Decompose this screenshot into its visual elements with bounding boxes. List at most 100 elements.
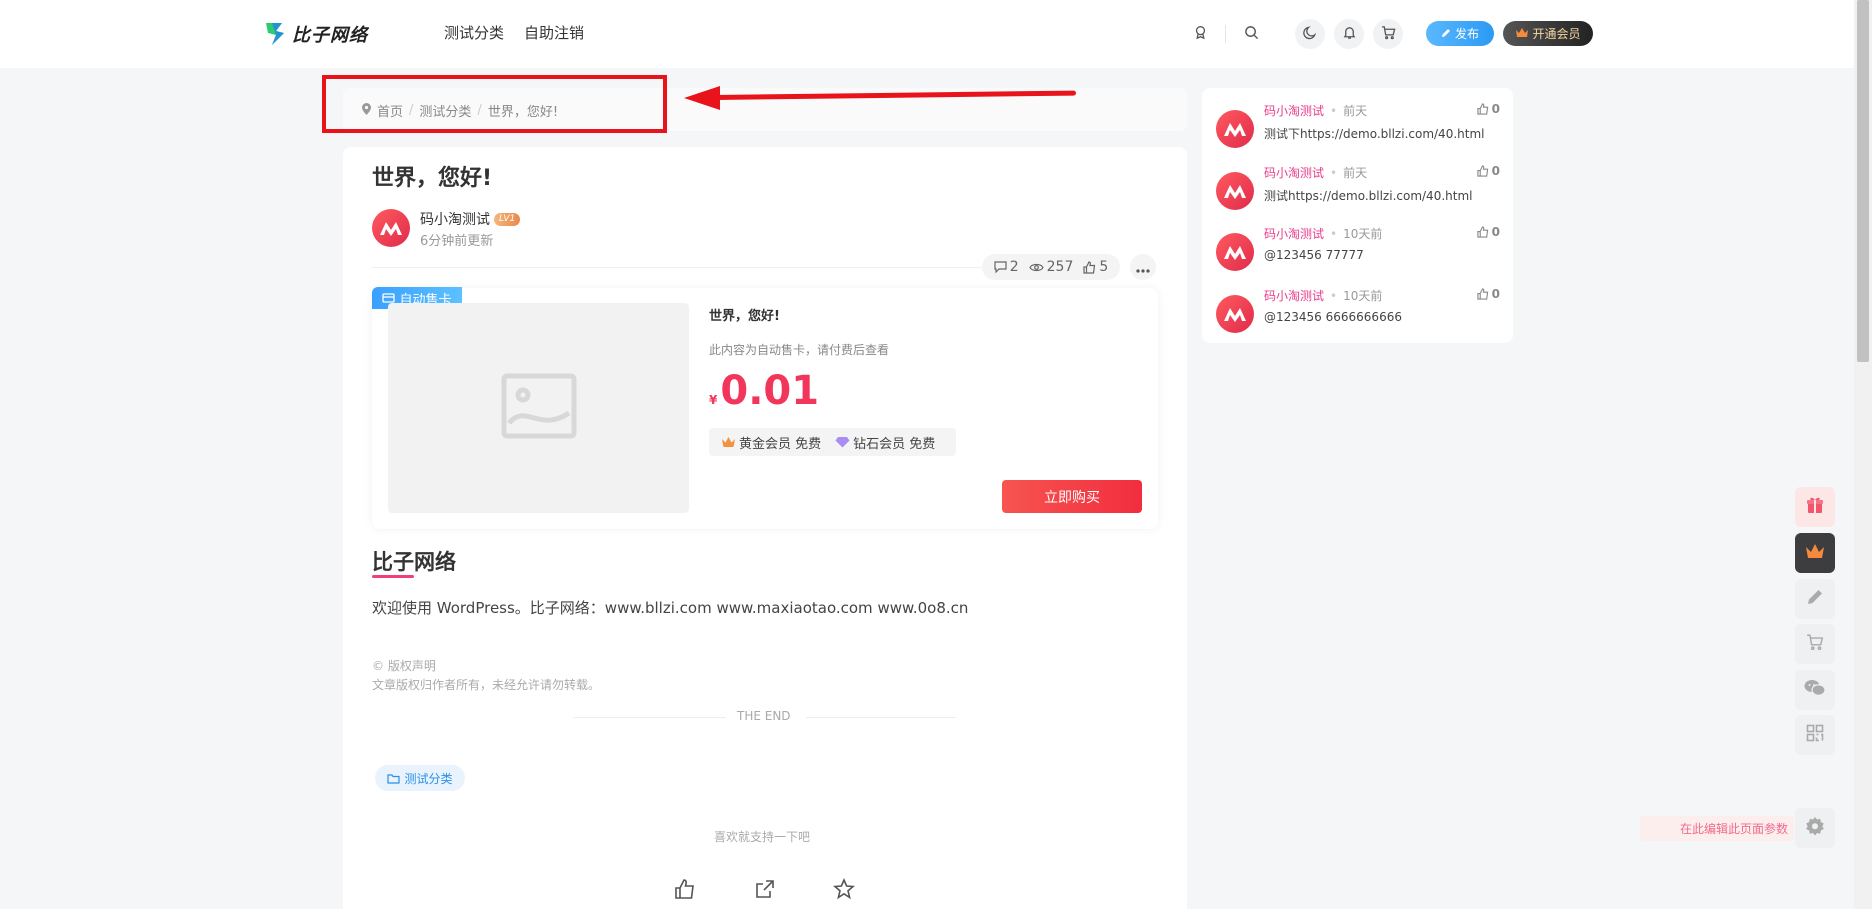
comment-like-count: 0 xyxy=(1491,225,1500,239)
diamond-vip-free: 钻石会员 免费 xyxy=(835,433,935,452)
site-logo[interactable]: 比子网络 xyxy=(264,20,368,48)
comment-text: @123456 6666666666 xyxy=(1264,310,1402,324)
bell-icon xyxy=(1342,25,1357,44)
comment-like-count: 0 xyxy=(1491,102,1500,116)
wechat-icon xyxy=(1804,679,1826,701)
commenter-avatar[interactable] xyxy=(1216,172,1254,210)
favorite-action-button[interactable] xyxy=(831,877,857,904)
main-nav: 测试分类 自助注销 xyxy=(444,22,584,43)
thumbs-up-icon xyxy=(1477,165,1488,177)
meta-dot: • xyxy=(1330,103,1338,118)
comment-like[interactable]: 0 xyxy=(1477,225,1500,239)
like-action-button[interactable] xyxy=(672,878,698,904)
cart-button[interactable] xyxy=(1373,19,1403,49)
comment-item[interactable]: 码小淘测试 • 前天 0 测试https://demo.bllzi.com/40… xyxy=(1216,164,1500,214)
author-info: 码小淘测试 LV1 xyxy=(420,209,521,229)
thumbs-up-icon xyxy=(1477,288,1488,300)
comment-time: 10天前 xyxy=(1343,289,1383,303)
nav-item-test-category[interactable]: 测试分类 xyxy=(444,22,504,43)
more-dots-icon xyxy=(1136,258,1150,277)
card-icon xyxy=(382,293,396,303)
nav-item-self-cancel[interactable]: 自助注销 xyxy=(524,22,584,43)
more-options-button[interactable] xyxy=(1130,254,1156,280)
vip-tool-button[interactable] xyxy=(1795,533,1835,573)
comment-time: 前天 xyxy=(1343,104,1368,118)
gear-icon xyxy=(1805,816,1825,840)
gold-vip-free: 黄金会员 免费 xyxy=(721,433,821,452)
share-action-button[interactable] xyxy=(752,878,778,904)
comment-like-count: 0 xyxy=(1491,287,1500,301)
share-icon xyxy=(754,878,776,904)
meta-dot: • xyxy=(1330,165,1338,180)
meta-dot: • xyxy=(1330,288,1338,303)
edit-page-params-tip[interactable]: 在此编辑此页面参数 xyxy=(1640,816,1794,841)
comment-count[interactable]: 2 xyxy=(994,259,1019,275)
edit-tool-button[interactable] xyxy=(1795,579,1835,619)
vip-discount-row: 黄金会员 免费 钻石会员 免费 xyxy=(709,428,956,456)
badge-button[interactable] xyxy=(1185,19,1215,49)
author-name[interactable]: 码小淘测试 xyxy=(420,209,490,229)
comment-icon xyxy=(994,261,1007,273)
price-currency: ¥ xyxy=(709,393,718,407)
qrcode-icon xyxy=(1806,724,1824,746)
folder-icon xyxy=(387,773,401,784)
star-icon xyxy=(833,877,855,904)
post-updated-time: 6分钟前更新 xyxy=(420,234,494,249)
annotation-highlight-box xyxy=(322,75,667,133)
category-tag[interactable]: 测试分类 xyxy=(375,765,465,791)
post-title: 世界，您好! xyxy=(372,166,493,191)
image-placeholder-icon xyxy=(501,373,577,443)
commenter-name[interactable]: 码小淘测试 xyxy=(1264,225,1324,242)
commenter-avatar[interactable] xyxy=(1216,233,1254,271)
heading-underline xyxy=(372,575,414,578)
annotation-arrow-head xyxy=(684,86,720,110)
product-description: 此内容为自动售卡，请付费后查看 xyxy=(709,343,890,357)
comment-item[interactable]: 码小淘测试 • 10天前 0 @123456 6666666666 xyxy=(1216,287,1500,337)
gift-tool-button[interactable] xyxy=(1795,487,1835,527)
comment-meta: 码小淘测试 • 前天 xyxy=(1264,164,1367,181)
page-scrollbar-thumb[interactable] xyxy=(1857,0,1869,362)
cart-icon xyxy=(1805,633,1825,655)
search-button[interactable] xyxy=(1236,19,1266,49)
comment-time: 10天前 xyxy=(1343,227,1383,241)
diamond-icon xyxy=(835,437,850,448)
copyright-text: 文章版权归作者所有，未经允许请勿转载。 xyxy=(372,678,601,692)
logo-mark-icon xyxy=(264,21,288,47)
dark-mode-button[interactable] xyxy=(1295,19,1325,49)
comment-like[interactable]: 0 xyxy=(1477,164,1500,178)
product-image-placeholder xyxy=(388,303,689,513)
commenter-name[interactable]: 码小淘测试 xyxy=(1264,164,1324,181)
search-icon xyxy=(1244,25,1259,44)
header-divider xyxy=(1225,25,1226,43)
content-heading: 比子网络 xyxy=(372,550,456,574)
commenter-name[interactable]: 码小淘测试 xyxy=(1264,287,1324,304)
end-divider-left xyxy=(573,717,726,718)
comment-like[interactable]: 0 xyxy=(1477,287,1500,301)
comment-text: @123456 77777 xyxy=(1264,248,1364,262)
comment-meta: 码小淘测试 • 前天 xyxy=(1264,102,1367,119)
comment-item[interactable]: 码小淘测试 • 前天 0 测试下https://demo.bllzi.com/4… xyxy=(1216,102,1500,152)
comment-item[interactable]: 码小淘测试 • 10天前 0 @123456 77777 xyxy=(1216,225,1500,275)
thumbs-up-icon xyxy=(1083,260,1096,274)
vip-label: 开通会员 xyxy=(1532,27,1581,41)
commenter-avatar[interactable] xyxy=(1216,295,1254,333)
comment-like[interactable]: 0 xyxy=(1477,102,1500,116)
badge-icon xyxy=(1193,25,1208,44)
publish-button[interactable]: 发布 xyxy=(1426,21,1494,46)
gold-crown-icon xyxy=(722,437,735,447)
product-price: ¥ 0.01 xyxy=(709,368,819,414)
cart-tool-button[interactable] xyxy=(1795,624,1835,664)
qrcode-tool-button[interactable] xyxy=(1795,715,1835,755)
settings-tool-button[interactable] xyxy=(1795,808,1835,848)
thumbs-up-icon xyxy=(674,878,696,904)
notifications-button[interactable] xyxy=(1334,19,1364,49)
meta-divider xyxy=(372,267,992,268)
commenter-avatar[interactable] xyxy=(1216,110,1254,148)
wechat-tool-button[interactable] xyxy=(1795,670,1835,710)
buy-now-button[interactable]: 立即购买 xyxy=(1002,480,1142,513)
like-support-tip: 喜欢就支持一下吧 xyxy=(714,830,811,844)
open-vip-button[interactable]: 开通会员 xyxy=(1503,21,1593,46)
commenter-name[interactable]: 码小淘测试 xyxy=(1264,102,1324,119)
author-avatar[interactable] xyxy=(372,209,410,247)
like-count[interactable]: 5 xyxy=(1083,259,1108,275)
